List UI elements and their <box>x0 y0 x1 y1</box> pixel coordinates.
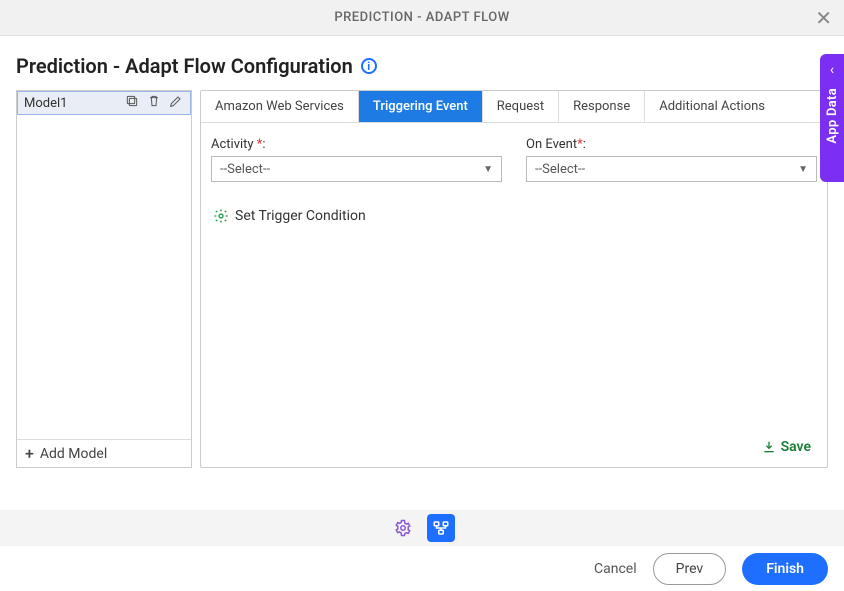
config-spacer <box>201 224 827 429</box>
copy-icon[interactable] <box>124 93 140 113</box>
config-pane: Amazon Web Services Triggering Event Req… <box>200 90 828 468</box>
info-icon[interactable]: i <box>361 58 377 74</box>
finish-button[interactable]: Finish <box>742 553 828 585</box>
prev-button[interactable]: Prev <box>653 553 727 585</box>
tab-aws[interactable]: Amazon Web Services <box>201 91 359 122</box>
tab-response[interactable]: Response <box>559 91 645 122</box>
gear-icon <box>213 208 229 224</box>
flow-icon <box>432 519 450 537</box>
save-label: Save <box>781 439 811 455</box>
on-event-field: On Event*: --Select-- ▼ <box>526 137 817 182</box>
chevron-down-icon: ▼ <box>483 164 493 175</box>
tab-additional-actions[interactable]: Additional Actions <box>645 91 779 122</box>
dialog-header: PREDICTION - ADAPT FLOW ✕ <box>0 0 844 36</box>
app-data-side-tab[interactable]: ‹ App Data <box>820 54 844 182</box>
tab-bar: Amazon Web Services Triggering Event Req… <box>201 91 827 123</box>
set-trigger-condition-label: Set Trigger Condition <box>235 208 366 224</box>
download-icon <box>761 439 777 455</box>
activity-select-value: --Select-- <box>220 162 270 177</box>
activity-label: Activity <box>211 137 257 152</box>
activity-label-suffix: : <box>262 137 265 152</box>
add-model-button[interactable]: + Add Model <box>17 439 191 467</box>
model-row[interactable]: Model1 <box>17 91 191 115</box>
page-title: Prediction - Adapt Flow Configuration <box>16 54 353 78</box>
on-event-label-row: On Event*: <box>526 137 817 152</box>
model-list-spacer <box>17 115 191 439</box>
footer: Cancel Prev Finish <box>0 547 844 591</box>
add-model-label: Add Model <box>40 446 107 462</box>
on-event-label: On Event <box>526 137 577 152</box>
on-event-select-value: --Select-- <box>535 162 585 177</box>
chevron-down-icon: ▼ <box>798 164 808 175</box>
main-panes: Model1 + Add Model Amazon Web Services T <box>16 90 828 468</box>
flow-tool[interactable] <box>427 514 455 542</box>
on-event-select[interactable]: --Select-- ▼ <box>526 156 817 182</box>
settings-tool[interactable] <box>389 514 417 542</box>
activity-label-row: Activity *: <box>211 137 502 152</box>
form-area: Activity *: --Select-- ▼ On Event*: --Se… <box>201 123 827 182</box>
cancel-button[interactable]: Cancel <box>594 561 637 577</box>
chevron-left-icon: ‹ <box>830 62 834 78</box>
activity-field: Activity *: --Select-- ▼ <box>211 137 502 182</box>
tab-triggering-event[interactable]: Triggering Event <box>359 91 483 122</box>
close-icon[interactable]: ✕ <box>815 8 832 28</box>
dialog-title: PREDICTION - ADAPT FLOW <box>334 10 509 25</box>
model-row-actions <box>124 93 184 113</box>
save-button[interactable]: Save <box>201 429 827 467</box>
on-event-label-suffix: : <box>583 137 586 152</box>
app-data-label: App Data <box>825 88 840 144</box>
delete-icon[interactable] <box>146 93 162 113</box>
bottom-toolbar <box>0 510 844 546</box>
set-trigger-condition[interactable]: Set Trigger Condition <box>201 182 827 224</box>
model-list-pane: Model1 + Add Model <box>16 90 192 468</box>
activity-select[interactable]: --Select-- ▼ <box>211 156 502 182</box>
model-name: Model1 <box>24 96 124 111</box>
tab-request[interactable]: Request <box>483 91 559 122</box>
edit-icon[interactable] <box>168 93 184 113</box>
gear-icon <box>394 519 412 537</box>
page-title-row: Prediction - Adapt Flow Configuration i <box>0 36 844 90</box>
plus-icon: + <box>25 444 34 463</box>
